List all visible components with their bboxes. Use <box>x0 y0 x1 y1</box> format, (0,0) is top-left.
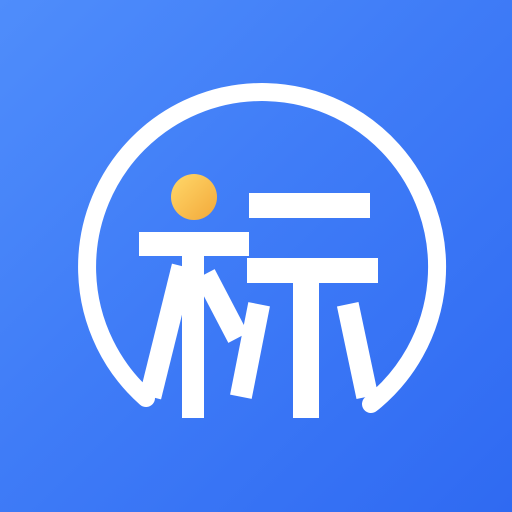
logo-right-right-stroke <box>336 301 379 400</box>
logo-right-middle-bar <box>247 258 378 283</box>
biao-character-logo-icon <box>78 83 447 418</box>
logo-sun-dot <box>171 174 217 220</box>
logo-left-stroke <box>139 263 194 400</box>
app-icon: 标 <box>0 0 512 512</box>
logo-right-center-stem <box>293 283 319 418</box>
logo-left-right-stroke <box>195 269 248 343</box>
logo-right-top-bar <box>249 193 370 218</box>
logo-left-crossbar <box>139 232 249 256</box>
logo-right-left-stroke <box>230 302 270 399</box>
